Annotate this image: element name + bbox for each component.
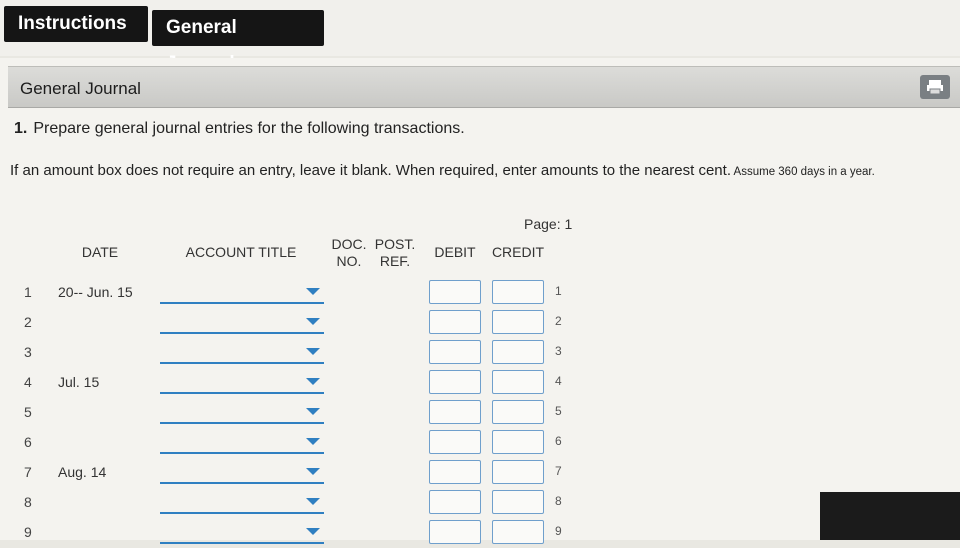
taskbar-corner: [820, 492, 960, 540]
chevron-down-icon: [306, 528, 320, 535]
column-doc-no: DOC. NO.: [331, 236, 367, 269]
printer-icon: [927, 80, 943, 95]
debit-input[interactable]: [429, 400, 481, 424]
chevron-down-icon: [306, 408, 320, 415]
credit-input[interactable]: [492, 490, 544, 514]
line-number: 8: [555, 494, 562, 508]
print-button[interactable]: [920, 75, 950, 99]
page-label: Page: 1: [524, 216, 573, 232]
row-number: 6: [24, 434, 32, 450]
line-number: 7: [555, 464, 562, 478]
chevron-down-icon: [306, 438, 320, 445]
table-row: 22: [0, 308, 960, 338]
row-date: Aug. 14: [58, 464, 107, 480]
line-number: 5: [555, 404, 562, 418]
chevron-down-icon: [306, 378, 320, 385]
account-title-select[interactable]: [160, 400, 324, 424]
tab-general-journal[interactable]: General Journal: [152, 10, 324, 74]
credit-input[interactable]: [492, 340, 544, 364]
table-row: 66: [0, 428, 960, 458]
debit-input[interactable]: [429, 520, 481, 544]
debit-input[interactable]: [429, 430, 481, 454]
credit-input[interactable]: [492, 460, 544, 484]
column-post-ref: POST. REF.: [374, 236, 416, 269]
debit-input[interactable]: [429, 340, 481, 364]
line-number: 4: [555, 374, 562, 388]
row-number: 9: [24, 524, 32, 540]
line-number: 3: [555, 344, 562, 358]
row-date: 20-- Jun. 15: [58, 284, 133, 300]
table-row: 55: [0, 398, 960, 428]
instruction-note: If an amount box does not require an ent…: [10, 162, 960, 179]
account-title-select[interactable]: [160, 340, 324, 364]
column-credit: CREDIT: [491, 244, 545, 260]
chevron-down-icon: [306, 468, 320, 475]
row-number: 7: [24, 464, 32, 480]
table-row: 33: [0, 338, 960, 368]
row-number: 1: [24, 284, 32, 300]
account-title-select[interactable]: [160, 310, 324, 334]
column-debit: DEBIT: [434, 244, 476, 260]
question: 1. Prepare general journal entries for th…: [14, 120, 465, 138]
debit-input[interactable]: [429, 310, 481, 334]
line-number: 6: [555, 434, 562, 448]
journal-panel: General Journal 1. Prepare general journa…: [0, 58, 960, 544]
debit-input[interactable]: [429, 490, 481, 514]
line-number: 9: [555, 524, 562, 538]
panel-title: General Journal: [20, 79, 141, 98]
row-number: 5: [24, 404, 32, 420]
debit-input[interactable]: [429, 280, 481, 304]
credit-input[interactable]: [492, 430, 544, 454]
panel-header: General Journal: [8, 66, 960, 108]
account-title-select[interactable]: [160, 460, 324, 484]
question-text: Prepare general journal entries for the …: [33, 120, 465, 137]
account-title-select[interactable]: [160, 520, 324, 544]
line-number: 1: [555, 284, 562, 298]
column-date: DATE: [81, 244, 119, 260]
table-row: 99: [0, 518, 960, 548]
row-number: 8: [24, 494, 32, 510]
table-row: 88: [0, 488, 960, 518]
table-row: 4 Jul. 15 4: [0, 368, 960, 398]
account-title-select[interactable]: [160, 370, 324, 394]
account-title-select[interactable]: [160, 280, 324, 304]
credit-input[interactable]: [492, 280, 544, 304]
credit-input[interactable]: [492, 400, 544, 424]
row-number: 3: [24, 344, 32, 360]
column-account-title: ACCOUNT TITLE: [185, 244, 297, 260]
chevron-down-icon: [306, 288, 320, 295]
row-date: Jul. 15: [58, 374, 100, 390]
note-small: Assume 360 days in a year.: [730, 166, 875, 178]
chevron-down-icon: [306, 348, 320, 355]
row-number: 4: [24, 374, 32, 390]
line-number: 2: [555, 314, 562, 328]
account-title-select[interactable]: [160, 430, 324, 454]
chevron-down-icon: [306, 318, 320, 325]
debit-input[interactable]: [429, 460, 481, 484]
account-title-select[interactable]: [160, 490, 324, 514]
chevron-down-icon: [306, 498, 320, 505]
note-main: If an amount box does not require an ent…: [10, 162, 731, 179]
credit-input[interactable]: [492, 310, 544, 334]
credit-input[interactable]: [492, 370, 544, 394]
tab-bar: Instructions General Journal: [0, 0, 960, 74]
credit-input[interactable]: [492, 520, 544, 544]
question-number: 1.: [14, 120, 28, 137]
table-row: 1 20-- Jun. 15 1: [0, 278, 960, 308]
table-row: 7 Aug. 14 7: [0, 458, 960, 488]
debit-input[interactable]: [429, 370, 481, 394]
row-number: 2: [24, 314, 32, 330]
tab-instructions[interactable]: Instructions: [4, 6, 148, 42]
